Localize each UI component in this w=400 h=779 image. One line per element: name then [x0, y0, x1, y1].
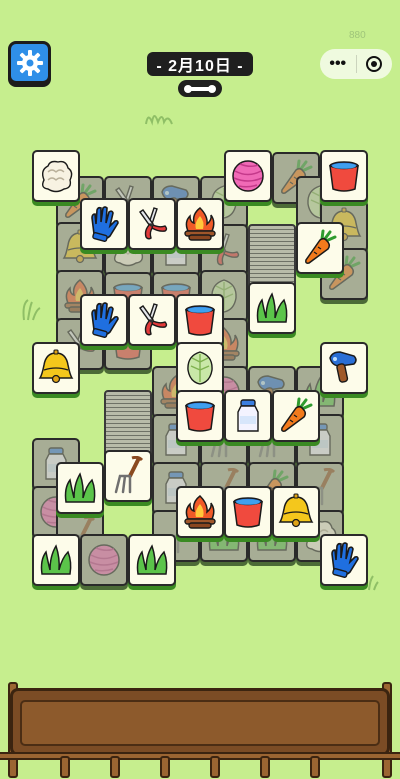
- hairdryer-tile[interactable]: [320, 342, 368, 394]
- shears-icon: [132, 204, 172, 244]
- grass-icon: [252, 288, 292, 328]
- tray-post: [110, 756, 120, 778]
- tray-post: [60, 756, 70, 778]
- tray-post: [310, 756, 320, 778]
- shears-tile[interactable]: [128, 198, 176, 250]
- more-dots-icon: •••: [329, 55, 347, 72]
- close-button[interactable]: [357, 49, 393, 79]
- glove-tile[interactable]: [80, 294, 128, 346]
- grass-decoration-icon: [22, 299, 41, 321]
- grass-tile[interactable]: [128, 534, 176, 586]
- yarn-tile[interactable]: [224, 150, 272, 202]
- campfire-icon: [180, 492, 220, 532]
- score-counter: 880: [349, 30, 366, 41]
- cauliflower-tile[interactable]: [32, 150, 80, 202]
- grass-tile[interactable]: [248, 282, 296, 334]
- bucket-icon: [180, 300, 220, 340]
- bell-icon: [36, 348, 76, 388]
- mini-program-capsule: •••: [320, 49, 392, 79]
- yarn-icon: [228, 156, 268, 196]
- fork-tile[interactable]: [104, 450, 152, 502]
- bucket-tile[interactable]: [176, 294, 224, 346]
- campfire-tile[interactable]: [176, 198, 224, 250]
- grass-decoration-icon: [145, 115, 173, 126]
- bucket-icon: [228, 492, 268, 532]
- bucket-tile[interactable]: [320, 150, 368, 202]
- bell-tile[interactable]: [272, 486, 320, 538]
- bell-icon: [276, 492, 316, 532]
- bell-tile[interactable]: [32, 342, 80, 394]
- fork-icon: [108, 456, 148, 496]
- milk-bottle-icon: [228, 396, 268, 436]
- more-button[interactable]: •••: [320, 49, 356, 79]
- date-title: - 2月10日 -: [147, 52, 253, 76]
- hairdryer-icon: [324, 348, 364, 388]
- key-icon: [184, 84, 216, 93]
- cabbage-icon: [36, 156, 76, 196]
- campfire-icon: [180, 204, 220, 244]
- tray-slot-area: [20, 700, 380, 746]
- blocked-tile: [80, 534, 128, 586]
- grass-tile[interactable]: [56, 462, 104, 514]
- shears-icon: [132, 300, 172, 340]
- progress-pill: [178, 80, 222, 97]
- target-close-icon: [366, 56, 383, 72]
- carrot-icon: [276, 396, 316, 436]
- lettuce-icon: [180, 348, 220, 388]
- glove-icon: [324, 540, 364, 580]
- settings-button[interactable]: [8, 41, 51, 84]
- carrot-tile[interactable]: [296, 222, 344, 274]
- grass-icon: [36, 540, 76, 580]
- shears-tile[interactable]: [128, 294, 176, 346]
- bucket-icon: [180, 396, 220, 436]
- tray-post: [260, 756, 270, 778]
- bucket-tile[interactable]: [176, 390, 224, 442]
- campfire-tile[interactable]: [176, 486, 224, 538]
- grass-tile[interactable]: [32, 534, 80, 586]
- gear-icon: [16, 49, 43, 76]
- glove-tile[interactable]: [320, 534, 368, 586]
- glove-icon: [84, 300, 124, 340]
- tray-post: [210, 756, 220, 778]
- bucket-tile[interactable]: [224, 486, 272, 538]
- carrot-icon: [300, 228, 340, 268]
- grass-icon: [60, 468, 100, 508]
- lettuce-tile[interactable]: [176, 342, 224, 394]
- glove-tile[interactable]: [80, 198, 128, 250]
- tray-post: [160, 756, 170, 778]
- grass-icon: [132, 540, 172, 580]
- bucket-icon: [324, 156, 364, 196]
- milk-bottle-tile[interactable]: [224, 390, 272, 442]
- glove-icon: [84, 204, 124, 244]
- carrot-tile[interactable]: [272, 390, 320, 442]
